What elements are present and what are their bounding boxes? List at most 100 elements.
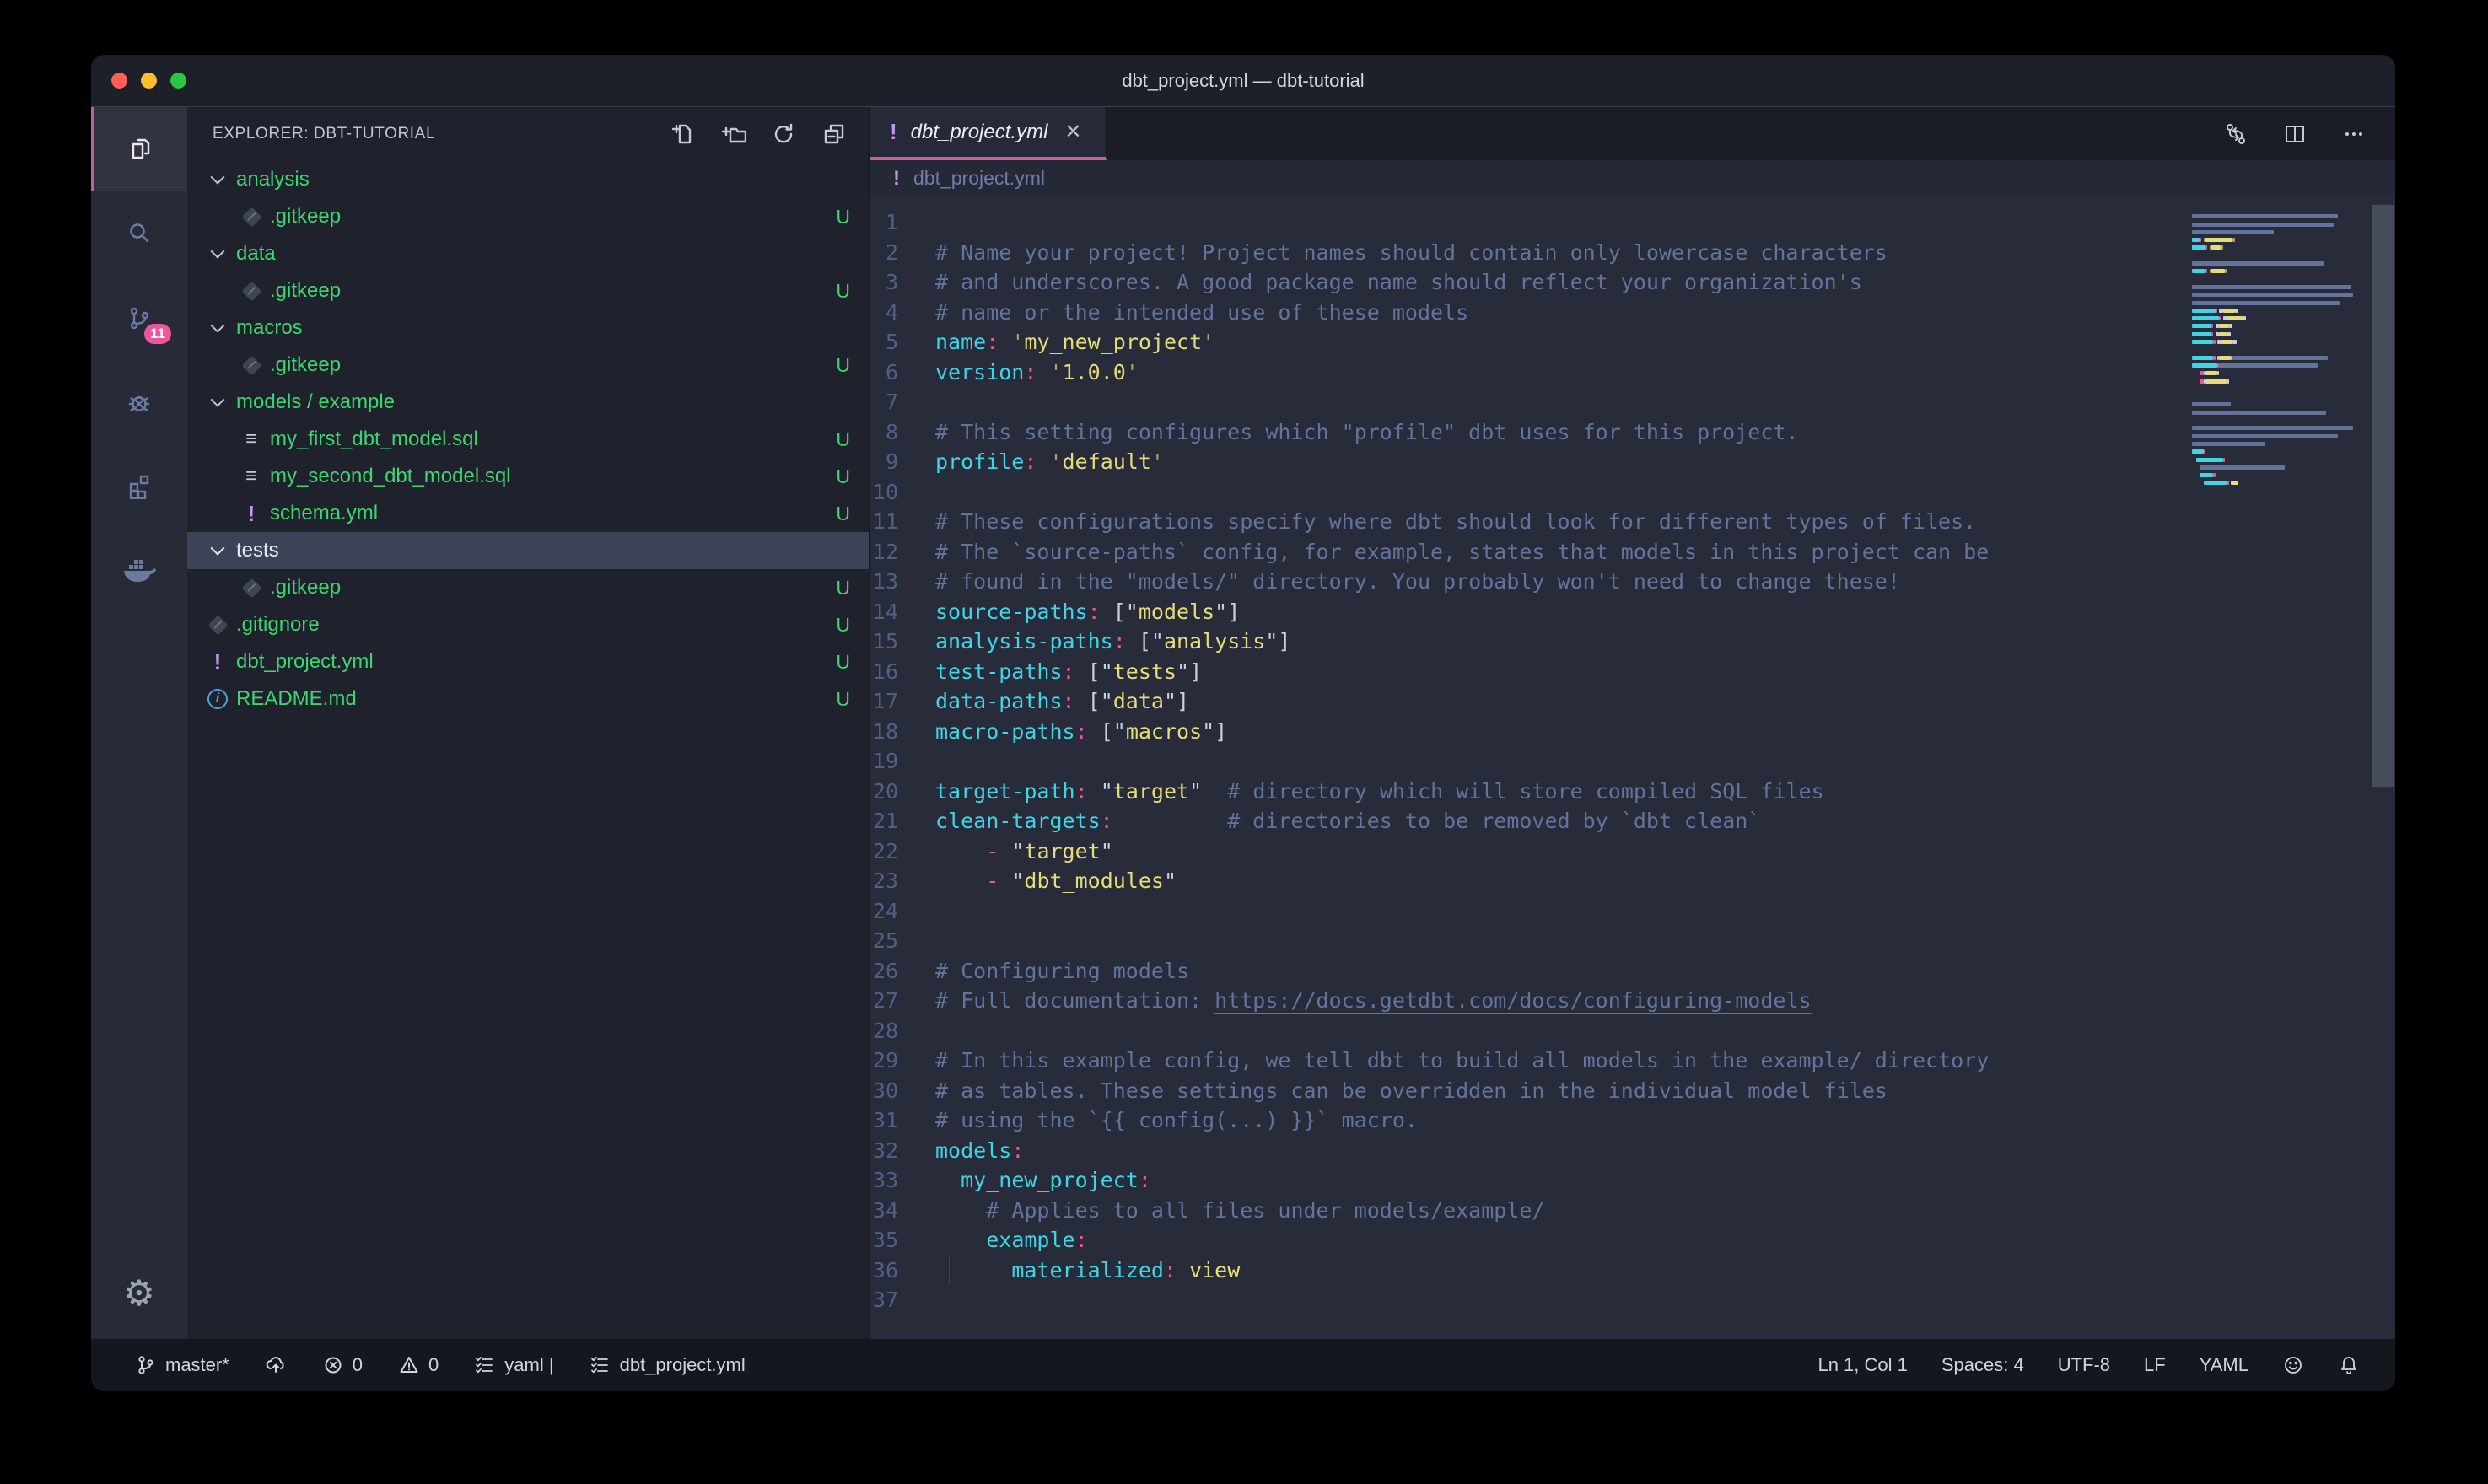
tree-item[interactable]: ≡my_second_dbt_model.sqlU (187, 458, 869, 495)
status-item[interactable]: dbt_project.yml (590, 1354, 746, 1376)
explorer-title: EXPLORER: DBT-TUTORIAL (213, 125, 435, 143)
vertical-scrollbar[interactable] (2372, 205, 2394, 787)
tree-item[interactable]: .gitignoreU (187, 606, 869, 643)
tree-item[interactable]: analysis (187, 161, 869, 198)
activity-search[interactable] (91, 191, 187, 276)
refresh-icon[interactable] (769, 120, 798, 148)
status-item[interactable]: LF (2144, 1354, 2166, 1376)
tree-item[interactable]: .gitkeepU (187, 198, 869, 235)
tree-item[interactable]: !dbt_project.ymlU (187, 643, 869, 680)
info-file-icon: i (207, 689, 228, 709)
yaml-file-icon: ! (248, 501, 256, 527)
zoom-window-button[interactable] (170, 73, 186, 89)
code-editor[interactable]: 12# Name your project! Project names sho… (870, 196, 2395, 1339)
line-number: 9 (870, 447, 898, 477)
line-number: 3 (870, 267, 898, 298)
collapse-all-icon[interactable] (820, 120, 848, 148)
status-item[interactable]: Ln 1, Col 1 (1818, 1354, 1907, 1376)
line-number: 35 (870, 1225, 898, 1255)
activity-source-control[interactable]: 11 (91, 276, 187, 360)
breadcrumb[interactable]: ! dbt_project.yml (870, 160, 2395, 196)
code-line: 32models: (870, 1136, 2395, 1166)
activity-docker[interactable] (91, 529, 187, 613)
activity-files[interactable] (91, 107, 187, 191)
close-tab-icon[interactable]: ✕ (1061, 118, 1085, 146)
tree-item[interactable]: .gitkeepU (187, 347, 869, 384)
tree-item[interactable]: tests (187, 532, 869, 569)
activity-bar: 11 ⚙ (91, 107, 187, 1339)
tree-item[interactable]: .gitkeepU (187, 569, 869, 606)
tree-item[interactable]: macros (187, 309, 869, 347)
source-control-badge: 11 (142, 321, 174, 347)
status-item[interactable]: YAML (2200, 1354, 2248, 1376)
code-line: 24 (870, 896, 2395, 927)
status-item[interactable]: 0 (398, 1354, 439, 1376)
new-file-icon[interactable] (668, 120, 697, 148)
line-number: 8 (870, 417, 898, 448)
minimap[interactable] (2189, 205, 2370, 495)
code-line: 25 (870, 926, 2395, 956)
line-number: 31 (870, 1105, 898, 1136)
status-item[interactable]: yaml | (474, 1354, 553, 1376)
line-number: 14 (870, 597, 898, 627)
status-item[interactable]: 0 (322, 1354, 363, 1376)
line-number: 23 (870, 866, 898, 896)
tree-item[interactable]: ≡my_first_dbt_model.sqlU (187, 421, 869, 458)
line-number: 2 (870, 238, 898, 268)
code-line: 12# The `source-paths` config, for examp… (870, 537, 2395, 567)
tree-item[interactable]: !schema.ymlU (187, 495, 869, 532)
git-status-untracked: U (836, 280, 850, 303)
git-status-untracked: U (836, 614, 850, 637)
code-line: 29# In this example config, we tell dbt … (870, 1046, 2395, 1076)
more-actions-icon[interactable] (2341, 121, 2367, 147)
close-window-button[interactable] (111, 73, 127, 89)
code-line: 36 materialized: view (870, 1255, 2395, 1286)
sql-file-icon: ≡ (245, 466, 257, 487)
code-line: 1 (870, 207, 2395, 238)
status-item[interactable]: master* (135, 1354, 229, 1376)
tree-item[interactable]: .gitkeepU (187, 272, 869, 309)
code-line: 19 (870, 746, 2395, 777)
code-line: 34 # Applies to all files under models/e… (870, 1196, 2395, 1226)
activity-debug[interactable] (91, 360, 187, 444)
line-number: 26 (870, 956, 898, 987)
open-changes-icon[interactable] (2223, 121, 2248, 147)
status-item[interactable]: UTF-8 (2058, 1354, 2110, 1376)
code-line: 26# Configuring models (870, 956, 2395, 987)
line-number: 6 (870, 358, 898, 388)
tree-item[interactable]: iREADME.mdU (187, 680, 869, 718)
activity-extensions[interactable] (91, 444, 187, 529)
code-line: 8# This setting configures which "profil… (870, 417, 2395, 448)
breadcrumb-file-label: dbt_project.yml (913, 167, 1045, 190)
git-file-icon (207, 615, 228, 635)
code-line: 33 my_new_project: (870, 1165, 2395, 1196)
code-line: 20target-path: "target" # directory whic… (870, 777, 2395, 807)
line-number: 21 (870, 806, 898, 836)
line-number: 24 (870, 896, 898, 927)
code-line: 10 (870, 477, 2395, 508)
explorer-sidebar: EXPLORER: DBT-TUTORIAL analysis.gitkeepU… (187, 107, 869, 1339)
new-folder-icon[interactable] (719, 120, 747, 148)
git-status-untracked: U (836, 577, 850, 600)
line-number: 13 (870, 567, 898, 597)
tab-dbt-project-yml[interactable]: ! dbt_project.yml ✕ (870, 107, 1107, 160)
gear-icon[interactable]: ⚙ (91, 1246, 187, 1339)
line-number: 19 (870, 746, 898, 777)
line-number: 28 (870, 1016, 898, 1046)
line-number: 18 (870, 717, 898, 747)
status-item[interactable]: Spaces: 4 (1941, 1354, 2024, 1376)
tree-item[interactable]: models / example (187, 384, 869, 421)
line-number: 37 (870, 1285, 898, 1315)
status-item[interactable] (265, 1354, 287, 1376)
code-line: 17data-paths: ["data"] (870, 686, 2395, 717)
status-item[interactable] (2282, 1354, 2304, 1376)
code-line: 28 (870, 1016, 2395, 1046)
code-line: 6version: '1.0.0' (870, 358, 2395, 388)
tree-item[interactable]: data (187, 235, 869, 272)
split-editor-icon[interactable] (2282, 121, 2308, 147)
status-item[interactable] (2338, 1354, 2360, 1376)
minimize-window-button[interactable] (141, 73, 157, 89)
line-number: 16 (870, 657, 898, 687)
chevron-down-icon (211, 541, 225, 556)
git-file-icon (241, 578, 261, 598)
